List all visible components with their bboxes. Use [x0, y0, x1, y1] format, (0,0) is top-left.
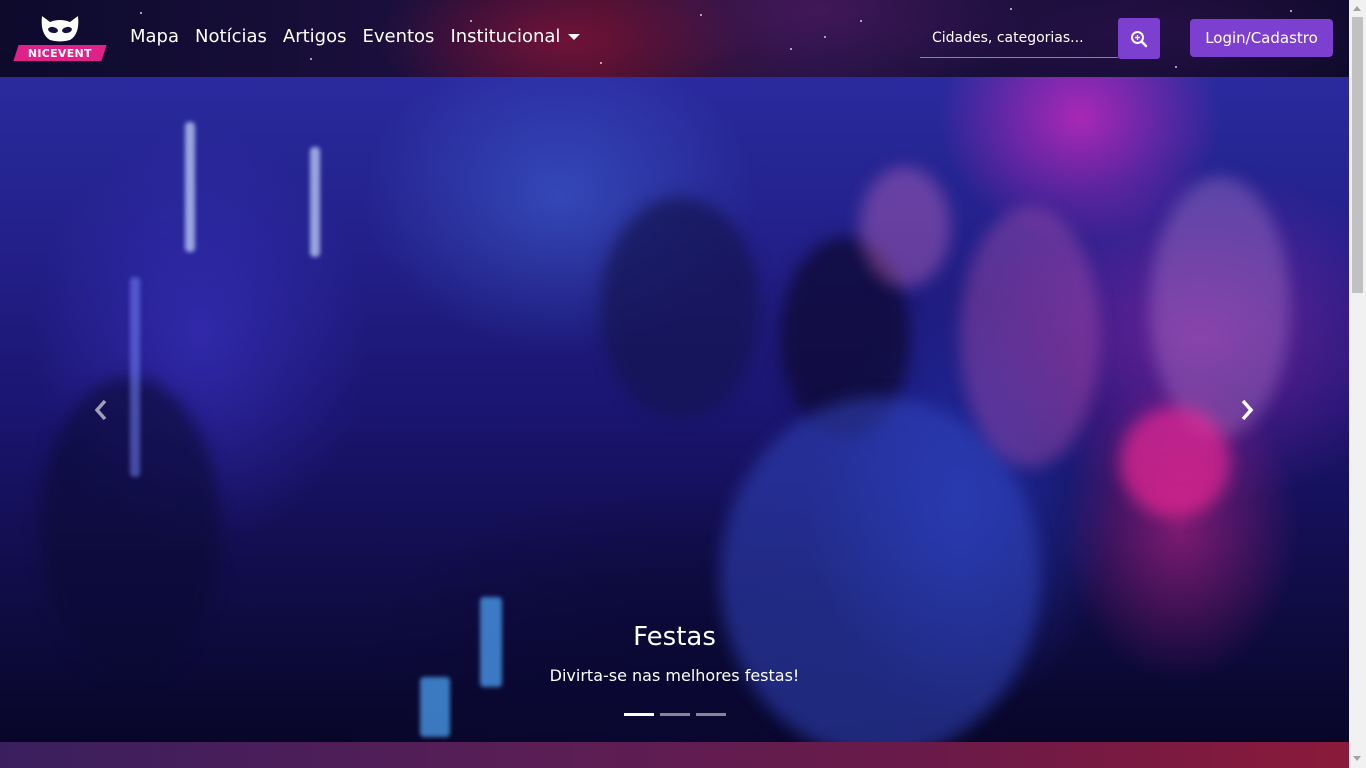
carousel-prev-button[interactable]	[86, 395, 116, 425]
carousel-indicator[interactable]	[696, 713, 726, 716]
nav-link-institucional-label: Institucional	[450, 26, 561, 47]
search-icon	[1131, 30, 1148, 47]
nav-link-noticias[interactable]: Notícias	[195, 26, 267, 47]
crowd-silhouette	[600, 197, 760, 417]
light-streak	[130, 277, 140, 477]
carousel-indicator[interactable]	[660, 713, 690, 716]
search-button[interactable]	[1118, 18, 1160, 59]
crowd-silhouette	[1150, 177, 1290, 437]
navbar: NICEVENT Mapa Notícias Artigos Eventos I…	[0, 0, 1349, 77]
brand-label: NICEVENT	[13, 45, 107, 61]
star-decoration	[140, 12, 142, 14]
star-decoration	[700, 14, 702, 16]
nav-link-eventos[interactable]: Eventos	[362, 26, 434, 47]
mask-icon	[41, 16, 79, 42]
star-decoration	[1175, 66, 1177, 68]
login-button[interactable]: Login/Cadastro	[1190, 19, 1333, 57]
light-streak	[310, 147, 320, 257]
slide-text: Divirta-se nas melhores festas!	[549, 666, 800, 685]
page-scrollbar[interactable]	[1349, 0, 1366, 768]
slide-title: Festas	[633, 622, 716, 652]
chevron-left-icon	[94, 399, 107, 421]
carousel-indicators	[624, 713, 732, 716]
crowd-silhouette	[720, 397, 1040, 742]
nav-link-mapa[interactable]: Mapa	[130, 26, 179, 47]
brand-logo[interactable]: NICEVENT	[13, 14, 107, 62]
nav-link-artigos[interactable]: Artigos	[283, 26, 347, 47]
search-form	[920, 18, 1160, 59]
caret-down-icon	[568, 34, 581, 40]
star-decoration	[1290, 10, 1292, 12]
star-decoration	[470, 20, 472, 22]
main-nav: Mapa Notícias Artigos Eventos Institucio…	[130, 26, 596, 47]
scroll-up-icon[interactable]	[1353, 6, 1361, 11]
hero-carousel: Festas Divirta-se nas melhores festas!	[0, 77, 1349, 742]
carousel-next-button[interactable]	[1232, 395, 1262, 425]
chevron-right-icon	[1241, 399, 1254, 421]
nav-link-institucional[interactable]: Institucional	[450, 26, 581, 47]
search-input[interactable]	[920, 18, 1118, 58]
star-decoration	[600, 62, 602, 64]
next-section-strip	[0, 742, 1349, 768]
star-decoration	[790, 48, 792, 50]
crowd-silhouette	[860, 167, 950, 287]
star-decoration	[1010, 8, 1012, 10]
light-streak	[420, 677, 450, 737]
scroll-thumb[interactable]	[1352, 17, 1363, 293]
crowd-silhouette	[1120, 407, 1230, 517]
star-decoration	[824, 36, 826, 38]
star-decoration	[860, 20, 862, 22]
brand-name: NICEVENT	[27, 46, 93, 60]
star-decoration	[310, 58, 312, 60]
light-streak	[185, 122, 195, 252]
scroll-down-icon[interactable]	[1353, 756, 1361, 761]
carousel-indicator[interactable]	[624, 713, 654, 716]
crowd-silhouette	[960, 207, 1100, 467]
